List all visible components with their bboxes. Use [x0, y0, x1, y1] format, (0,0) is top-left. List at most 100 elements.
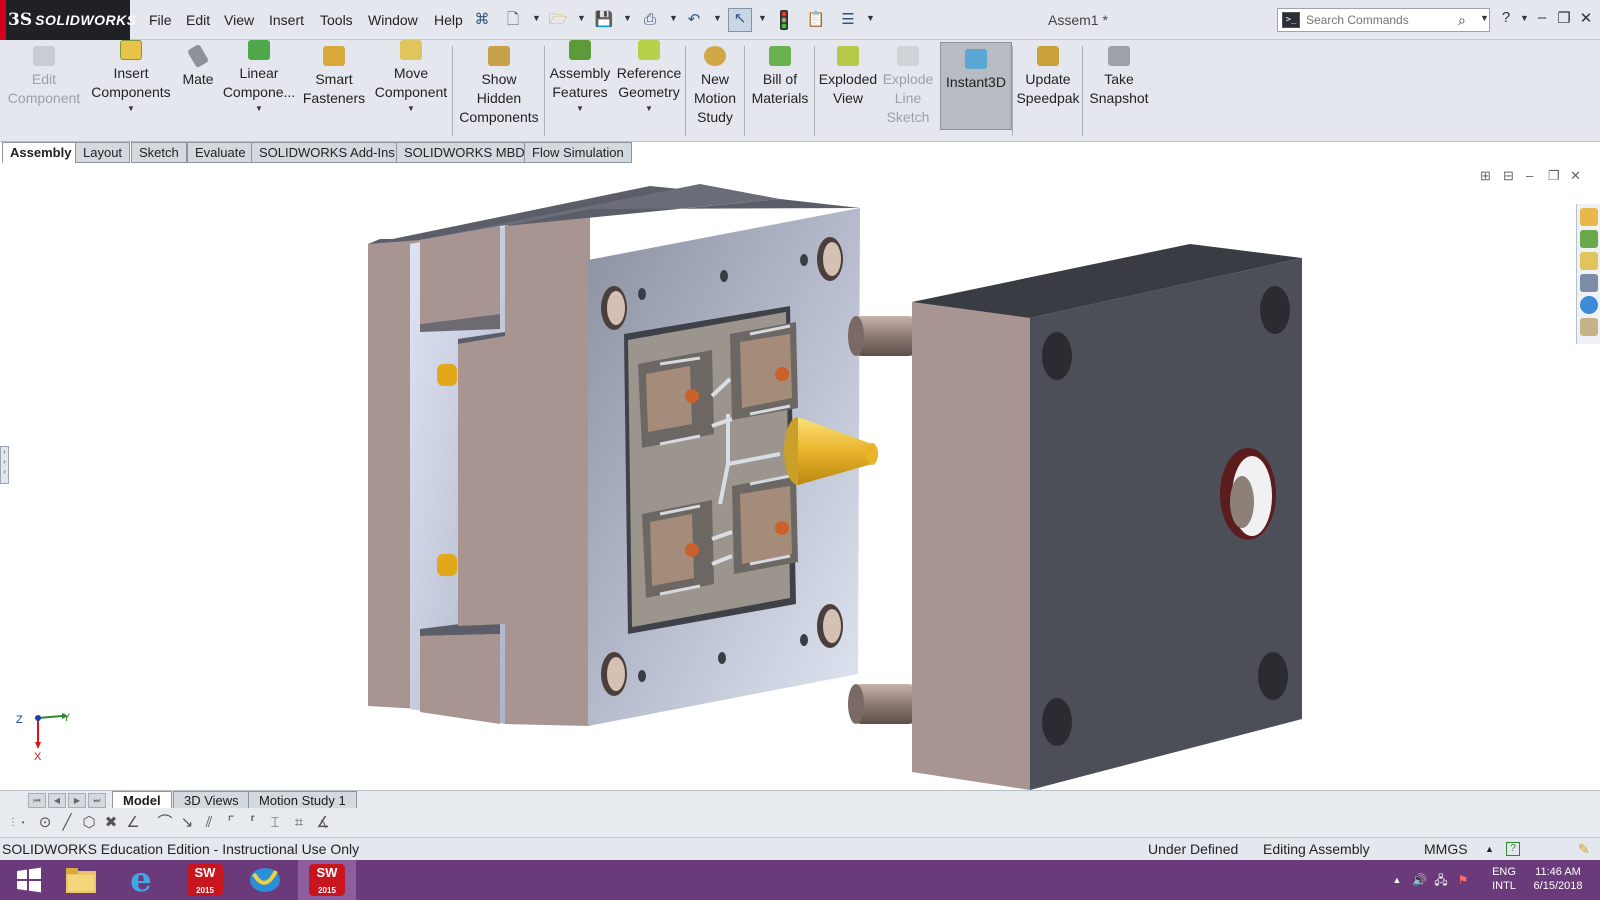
search-commands-box[interactable]: >_ ⌕: [1277, 8, 1490, 32]
print-icon[interactable]: ⎙: [640, 10, 660, 30]
network-icon[interactable]: 🖧: [1434, 873, 1448, 887]
open-folder-icon[interactable]: 🗁: [548, 10, 568, 30]
solidworks-2015-button[interactable]: SW 2015: [176, 860, 234, 900]
tab-sketch[interactable]: Sketch: [131, 142, 187, 163]
edit-component-button[interactable]: Edit Component: [4, 40, 84, 140]
tab-assembly[interactable]: Assembly: [2, 142, 80, 163]
angle-icon[interactable]: ∠: [124, 814, 142, 832]
close-icon[interactable]: ✕: [1576, 9, 1596, 27]
tab-solidworks-mbd[interactable]: SOLIDWORKS MBD: [396, 142, 533, 163]
launcher-button[interactable]: [236, 860, 294, 900]
linear-pattern-caret[interactable]: ▼: [255, 104, 263, 113]
help-icon[interactable]: ?: [1496, 9, 1516, 26]
cavity-plate[interactable]: [912, 244, 1302, 790]
options-icon[interactable]: ☰: [838, 10, 858, 30]
prev-tab-arrow-icon[interactable]: ◀: [48, 793, 66, 808]
select-cursor-icon[interactable]: ↖: [728, 8, 752, 32]
linear-component-pattern-button[interactable]: Linear Compone... ▼: [222, 40, 296, 140]
new-motion-study-button[interactable]: New Motion Study: [688, 40, 742, 140]
minimize-icon[interactable]: –: [1532, 9, 1552, 26]
show-hidden-components-button[interactable]: Show Hidden Components: [456, 40, 542, 140]
tab-layout[interactable]: Layout: [75, 142, 131, 163]
show-hidden-icons-icon[interactable]: ▲: [1390, 873, 1404, 887]
dimension-icon[interactable]: ⸢: [244, 814, 262, 832]
pin-icon[interactable]: ⌘: [472, 10, 492, 30]
help-status-icon[interactable]: ?: [1506, 842, 1520, 856]
move-component-caret[interactable]: ▼: [407, 104, 415, 113]
help-dropdown-caret[interactable]: ▼: [1520, 13, 1529, 23]
tab-model[interactable]: Model: [112, 791, 172, 809]
instant3d-button[interactable]: Instant3D: [940, 42, 1012, 130]
mate-button[interactable]: Mate: [176, 40, 220, 140]
search-icon[interactable]: ⌕: [1458, 12, 1466, 29]
restore-icon[interactable]: ❐: [1554, 9, 1574, 27]
clock[interactable]: 11:46 AM 6/15/2018: [1528, 865, 1588, 893]
undo-icon[interactable]: ↶: [684, 10, 704, 30]
first-tab-arrow-icon[interactable]: ⏮: [28, 793, 46, 808]
menu-help[interactable]: Help: [434, 12, 463, 28]
fillet-icon[interactable]: ⌒: [156, 814, 174, 832]
options-dropdown-caret[interactable]: ▼: [866, 13, 875, 23]
assembly-features-caret[interactable]: ▼: [576, 104, 584, 113]
next-tab-arrow-icon[interactable]: ▶: [68, 793, 86, 808]
linear-sketch-pattern-icon[interactable]: ⌶: [266, 814, 284, 832]
save-icon[interactable]: 💾: [594, 10, 614, 30]
unit-system-caret[interactable]: ▲: [1485, 844, 1494, 854]
action-center-flag-icon[interactable]: ⚑: [1456, 873, 1470, 887]
menu-file[interactable]: File: [149, 12, 172, 28]
file-explorer-button[interactable]: [52, 860, 110, 900]
exploded-view-button[interactable]: Exploded View: [818, 40, 878, 140]
mold-assembly-model[interactable]: Z Y X: [0, 164, 1600, 790]
angle-dimension-icon[interactable]: ∡: [314, 814, 332, 832]
point-icon[interactable]: •: [14, 814, 32, 832]
tab-evaluate[interactable]: Evaluate: [187, 142, 254, 163]
tab-3d-views[interactable]: 3D Views: [173, 791, 250, 809]
solidworks-logo[interactable]: 3S SOLIDWORKS: [0, 0, 136, 40]
insert-components-caret[interactable]: ▼: [127, 104, 135, 113]
tab-motion-study-1[interactable]: Motion Study 1: [248, 791, 357, 809]
update-speedpak-button[interactable]: Update Speedpak: [1016, 40, 1080, 140]
save-dropdown-caret[interactable]: ▼: [623, 13, 632, 23]
chamfer-icon[interactable]: ↘: [178, 814, 196, 832]
search-input[interactable]: [1306, 13, 1456, 27]
file-properties-icon[interactable]: 📋: [806, 10, 826, 30]
take-snapshot-button[interactable]: Take Snapshot: [1086, 40, 1152, 140]
rebuild-pencil-icon[interactable]: ✎: [1578, 841, 1590, 858]
grid-icon[interactable]: ⌗: [290, 814, 308, 832]
insert-components-button[interactable]: Insert Components ▼: [88, 40, 174, 140]
trim-icon[interactable]: ✖: [102, 814, 120, 832]
open-dropdown-caret[interactable]: ▼: [577, 13, 586, 23]
new-dropdown-caret[interactable]: ▼: [532, 13, 541, 23]
mold-cavity-insert[interactable]: [624, 306, 798, 634]
last-tab-arrow-icon[interactable]: ⏭: [88, 793, 106, 808]
corner-rectangle-icon[interactable]: ⌜: [222, 814, 240, 832]
undo-dropdown-caret[interactable]: ▼: [713, 13, 722, 23]
volume-icon[interactable]: 🔊: [1412, 873, 1427, 887]
menu-view[interactable]: View: [224, 12, 254, 28]
offset-icon[interactable]: ⫽: [200, 814, 218, 832]
assembly-features-button[interactable]: Assembly Features ▼: [548, 40, 612, 140]
circle-icon[interactable]: ⊙: [36, 814, 54, 832]
graphics-area[interactable]: ⊞ ⊟ – ❐ ✕ › › › Z Y X: [0, 164, 1600, 790]
move-component-button[interactable]: Move Component ▼: [372, 40, 450, 140]
explode-line-sketch-button[interactable]: Explode Line Sketch: [880, 40, 936, 140]
tab-solidworks-add-ins[interactable]: SOLIDWORKS Add-Ins: [251, 142, 403, 163]
reference-geometry-button[interactable]: Reference Geometry ▼: [616, 40, 682, 140]
rebuild-traffic-light-icon[interactable]: [774, 10, 794, 30]
reference-geometry-caret[interactable]: ▼: [645, 104, 653, 113]
internet-explorer-button[interactable]: e: [112, 860, 170, 900]
start-button[interactable]: [0, 860, 58, 900]
language-indicator[interactable]: ENG INTL: [1484, 865, 1524, 893]
bill-of-materials-button[interactable]: Bill of Materials: [748, 40, 812, 140]
menu-insert[interactable]: Insert: [269, 12, 304, 28]
print-dropdown-caret[interactable]: ▼: [669, 13, 678, 23]
line-icon[interactable]: ╱: [58, 814, 76, 832]
smart-fasteners-button[interactable]: Smart Fasteners: [300, 40, 368, 140]
search-dropdown-caret[interactable]: ▼: [1480, 13, 1489, 23]
menu-edit[interactable]: Edit: [186, 12, 210, 28]
new-document-icon[interactable]: 🗋: [503, 10, 523, 30]
menu-tools[interactable]: Tools: [320, 12, 353, 28]
select-dropdown-caret[interactable]: ▼: [758, 13, 767, 23]
menu-window[interactable]: Window: [368, 12, 418, 28]
solidworks-2015-active-button[interactable]: SW 2015: [298, 860, 356, 900]
